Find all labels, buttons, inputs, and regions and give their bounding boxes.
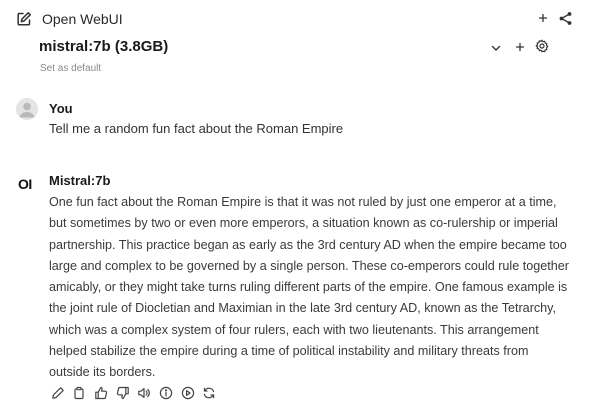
- user-message-text: Tell me a random fun fact about the Roma…: [49, 121, 344, 136]
- app-title: Open WebUI: [42, 11, 123, 27]
- model-selector[interactable]: mistral:7b (3.8GB): [39, 38, 168, 56]
- top-bar: Open WebUI: [0, 0, 601, 36]
- assistant-message-author: Mistral:7b: [49, 173, 111, 188]
- regenerate-icon[interactable]: [202, 386, 216, 400]
- new-chat-icon[interactable]: [16, 11, 32, 27]
- set-as-default-link[interactable]: Set as default: [40, 63, 101, 75]
- continue-icon[interactable]: [181, 386, 195, 400]
- user-avatar: [16, 98, 38, 120]
- thumbs-up-icon[interactable]: [94, 386, 108, 400]
- speaker-icon[interactable]: [137, 386, 151, 400]
- user-message-author: You: [49, 101, 73, 116]
- copy-icon[interactable]: [72, 386, 86, 400]
- thumbs-down-icon[interactable]: [116, 386, 130, 400]
- assistant-message-text: One fun fact about the Roman Empire is t…: [49, 195, 569, 380]
- assistant-logo: OI: [18, 176, 32, 192]
- share-icon[interactable]: [558, 11, 573, 26]
- edit-icon[interactable]: [51, 386, 65, 400]
- gear-icon[interactable]: [535, 39, 549, 53]
- new-chat-plus-icon[interactable]: [536, 11, 550, 25]
- info-icon[interactable]: [159, 386, 173, 400]
- chevron-down-icon[interactable]: [490, 41, 502, 53]
- add-model-plus-icon[interactable]: [514, 40, 526, 52]
